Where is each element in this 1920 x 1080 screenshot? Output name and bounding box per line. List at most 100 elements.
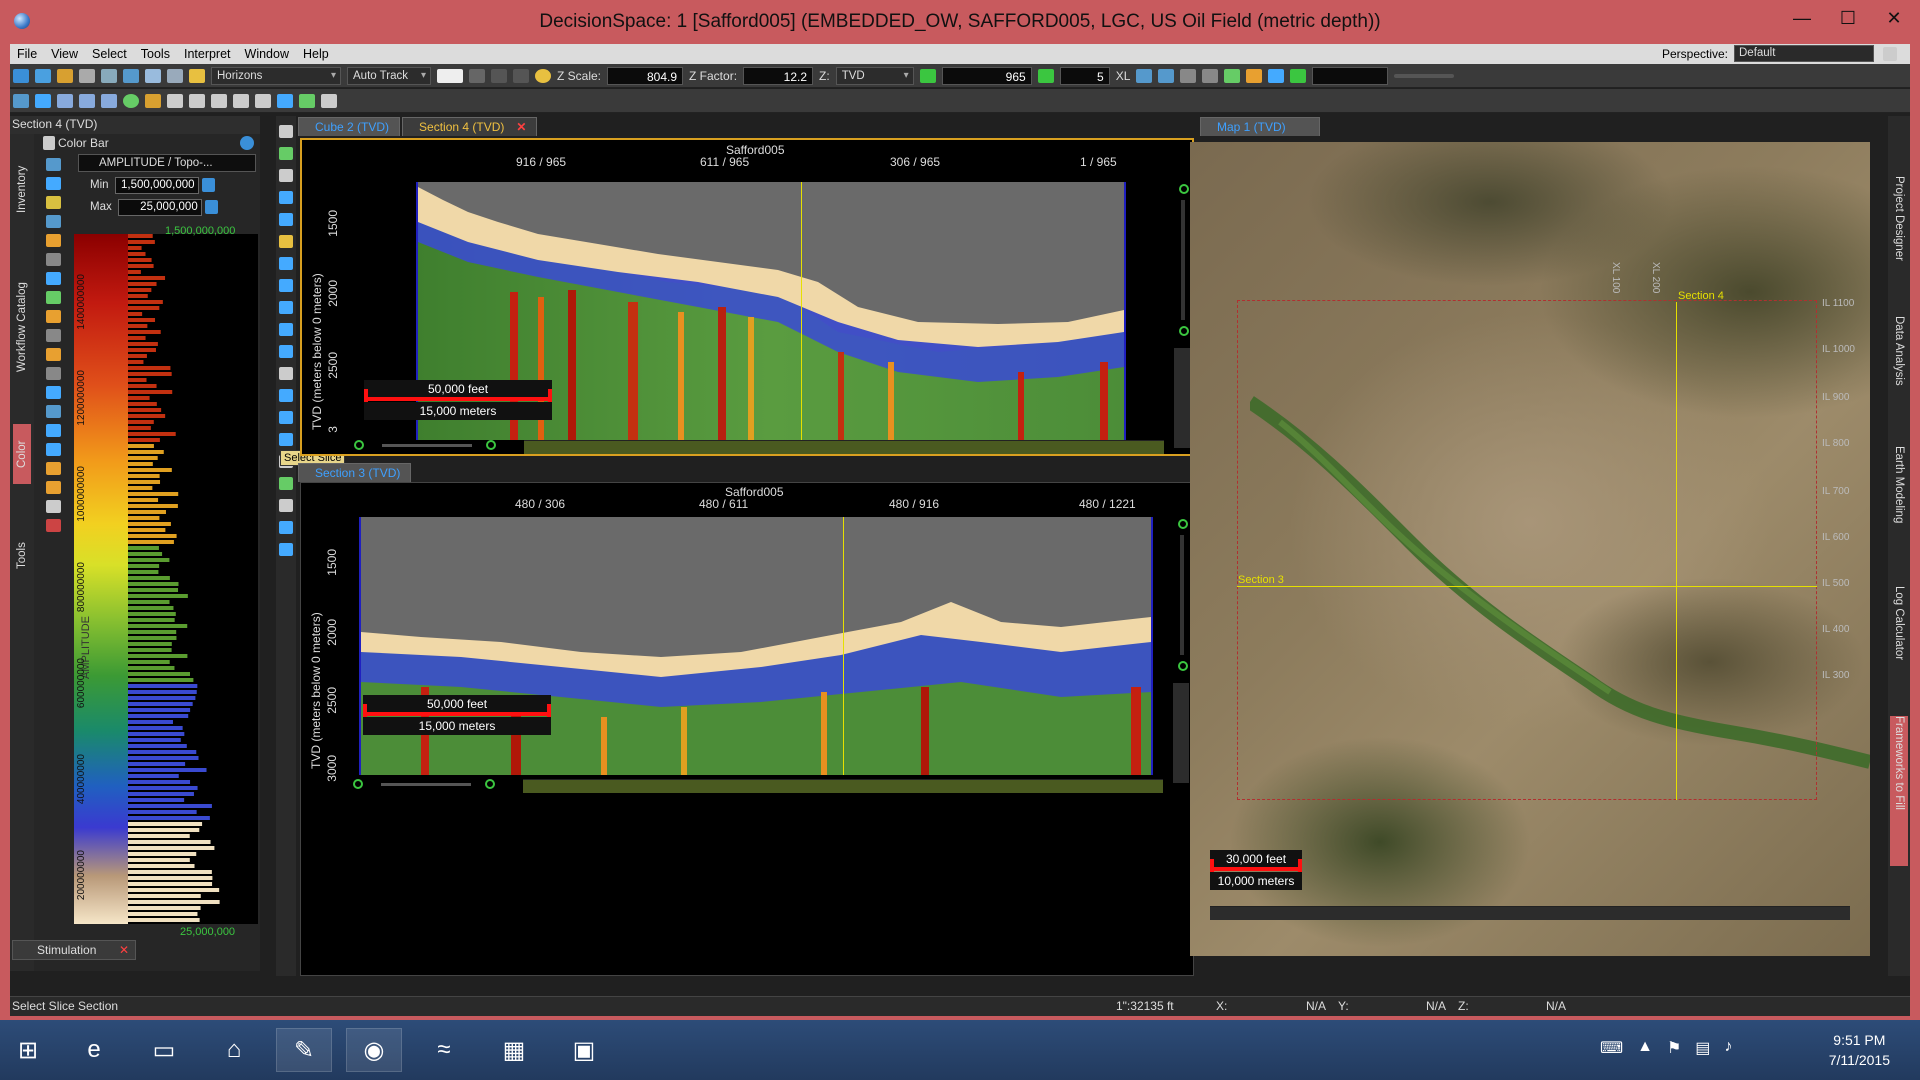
- grid-icon[interactable]: [57, 93, 73, 108]
- attribute-select[interactable]: AMPLITUDE / Topo-...: [78, 154, 256, 172]
- frame-icon[interactable]: [279, 521, 293, 534]
- nav-icon[interactable]: [1136, 68, 1153, 83]
- tab-inventory[interactable]: Inventory: [13, 144, 31, 234]
- start-button[interactable]: ⊞: [0, 1028, 56, 1072]
- well-icon[interactable]: [1246, 68, 1263, 83]
- zoom-icon[interactable]: [279, 125, 293, 138]
- horizons-select[interactable]: Horizons: [211, 66, 341, 85]
- maximize-view-icon[interactable]: [1883, 46, 1897, 61]
- key-icon[interactable]: [1224, 68, 1241, 83]
- vertical-zoom-slider[interactable]: [1181, 200, 1185, 320]
- auto-track-select[interactable]: Auto Track: [347, 66, 431, 85]
- section-4-view[interactable]: Safford005 916 / 965 611 / 965 306 / 965…: [300, 138, 1194, 456]
- min-input[interactable]: 1,500,000,000: [114, 176, 199, 194]
- tool-icon[interactable]: [123, 68, 139, 83]
- sun-icon[interactable]: [535, 68, 551, 83]
- pan-icon[interactable]: [279, 147, 293, 160]
- bracket-icon[interactable]: [46, 424, 61, 437]
- export2-icon[interactable]: [46, 481, 61, 494]
- list-icon[interactable]: [46, 215, 61, 228]
- home-icon[interactable]: ⌂: [206, 1028, 262, 1072]
- network-icon[interactable]: ▤: [1695, 1038, 1710, 1058]
- grid3-icon[interactable]: [101, 93, 117, 108]
- brush-icon[interactable]: [46, 348, 61, 361]
- max-reset-icon[interactable]: [204, 200, 218, 214]
- palette-icon[interactable]: [46, 196, 61, 209]
- menu-tools[interactable]: Tools: [134, 47, 177, 61]
- window-icon[interactable]: [167, 93, 183, 108]
- window2-icon[interactable]: [189, 93, 205, 108]
- tab-log-calculator[interactable]: Log Calculator: [1890, 586, 1908, 696]
- delete-icon[interactable]: [46, 519, 61, 532]
- table-icon[interactable]: [46, 158, 61, 171]
- tab-color[interactable]: Color: [13, 424, 31, 484]
- lock-icon[interactable]: [79, 68, 95, 83]
- split-icon[interactable]: [46, 272, 61, 285]
- ie-icon[interactable]: e: [66, 1028, 122, 1072]
- triangle-icon[interactable]: [35, 93, 51, 108]
- copy-icon[interactable]: [279, 499, 293, 512]
- horizontal-zoom-slider[interactable]: [381, 783, 471, 786]
- display-icon[interactable]: [13, 93, 29, 108]
- stimulation-tab[interactable]: Stimulation ✕: [12, 940, 136, 960]
- vertical-zoom-slider[interactable]: [1180, 535, 1184, 655]
- vector-icon[interactable]: [279, 543, 293, 556]
- align-icon[interactable]: [277, 93, 293, 108]
- step-input[interactable]: 5: [1059, 66, 1110, 85]
- rotate-icon[interactable]: [279, 191, 293, 204]
- new-icon[interactable]: [13, 68, 29, 83]
- measure-icon[interactable]: [279, 345, 293, 358]
- pencil-icon[interactable]: [189, 68, 205, 83]
- cursor2-icon[interactable]: [279, 411, 293, 424]
- redo-color-icon[interactable]: [46, 253, 61, 266]
- vertical-scrollbar[interactable]: [1174, 348, 1190, 448]
- fit-icon[interactable]: [279, 213, 293, 226]
- tab-map-1[interactable]: Map 1 (TVD): [1200, 117, 1320, 136]
- tab-cube-2[interactable]: Cube 2 (TVD): [298, 117, 401, 136]
- horizontal-scrollbar[interactable]: [524, 440, 1164, 454]
- tab-data-analysis[interactable]: Data Analysis: [1890, 316, 1908, 426]
- menu-view[interactable]: View: [44, 47, 85, 61]
- link-icon[interactable]: [101, 68, 117, 83]
- zoom-in-icon[interactable]: [1179, 184, 1189, 194]
- paint-icon[interactable]: ✎: [276, 1028, 332, 1072]
- save-icon[interactable]: [57, 68, 73, 83]
- h-zoom-in-icon[interactable]: [485, 779, 495, 789]
- window4-icon[interactable]: [233, 93, 249, 108]
- open-icon[interactable]: [35, 68, 51, 83]
- undo-icon[interactable]: [491, 68, 507, 83]
- range-icon[interactable]: [46, 386, 61, 399]
- menu-window[interactable]: Window: [238, 47, 296, 61]
- z-scale-input[interactable]: 804.9: [607, 66, 684, 85]
- doc-icon[interactable]: [46, 405, 61, 418]
- maximize-button[interactable]: ☐: [1828, 6, 1868, 32]
- zoom-out-icon[interactable]: [1179, 326, 1189, 336]
- close-stimulation-icon[interactable]: ✕: [119, 941, 129, 959]
- flag-icon[interactable]: ⚑: [1667, 1038, 1681, 1058]
- calculator-icon[interactable]: ▦: [486, 1028, 542, 1072]
- nav2-icon[interactable]: [1158, 68, 1175, 83]
- help-icon[interactable]: [240, 136, 254, 150]
- window3-icon[interactable]: [211, 93, 227, 108]
- keyboard-icon[interactable]: ⌨: [1600, 1038, 1623, 1058]
- perspective-select[interactable]: Default: [1734, 45, 1874, 62]
- bookmark2-icon[interactable]: [1202, 68, 1219, 83]
- flag2-icon[interactable]: [46, 329, 61, 342]
- arrow-icon[interactable]: [279, 257, 293, 270]
- title-bar[interactable]: DecisionSpace: 1 [Safford005] (EMBEDDED_…: [0, 0, 1920, 44]
- volume-icon[interactable]: ♪: [1724, 1038, 1732, 1058]
- explorer-icon[interactable]: ▭: [136, 1028, 192, 1072]
- tab-section-3[interactable]: Section 3 (TVD): [298, 463, 412, 482]
- toolbar-search-input[interactable]: [1312, 66, 1389, 85]
- pick-icon[interactable]: [279, 235, 293, 248]
- undo-color-icon[interactable]: [46, 234, 61, 247]
- magnify-icon[interactable]: [279, 169, 293, 182]
- column-icon[interactable]: [321, 93, 337, 108]
- tab-tools[interactable]: Tools: [13, 526, 31, 586]
- map-horizontal-scrollbar[interactable]: [1210, 906, 1850, 920]
- horizontal-zoom-slider[interactable]: [382, 444, 472, 447]
- layout-icon[interactable]: [167, 68, 183, 83]
- map-view[interactable]: Section 4 Section 3 IL 1100 IL 1000 IL 9…: [1190, 142, 1870, 956]
- select-slice-icon[interactable]: [279, 367, 293, 380]
- plus-icon[interactable]: [299, 93, 315, 108]
